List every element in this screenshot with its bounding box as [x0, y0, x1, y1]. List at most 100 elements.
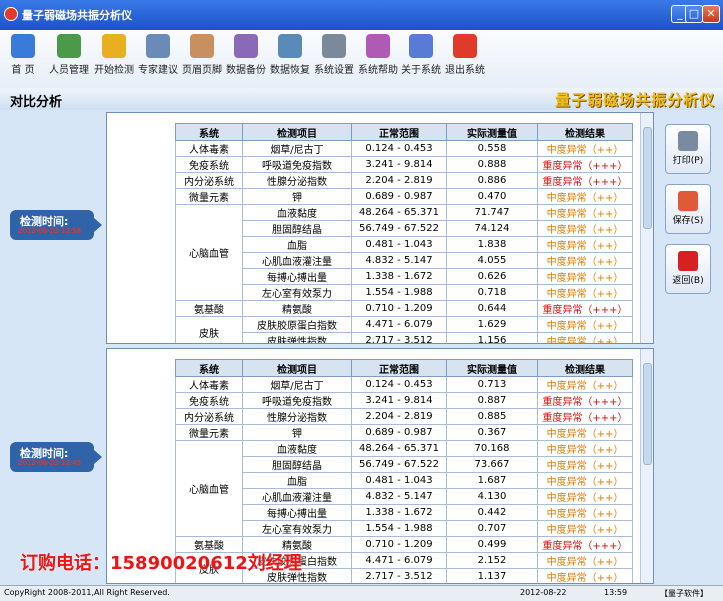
item-cell: 血液黏度 — [242, 204, 352, 221]
toolbar-advice[interactable]: 专家建议 — [136, 34, 180, 86]
result-cell: 中度异常（++） — [537, 456, 633, 473]
range-cell: 2.204 - 2.819 — [351, 172, 447, 189]
home-icon — [11, 34, 35, 58]
copyright-text: CopyRight 2008-2011,All Right Reserved. — [4, 588, 170, 597]
system-cell: 微量元素 — [175, 188, 243, 205]
status-bar: CopyRight 2008-2011,All Right Reserved. … — [0, 585, 723, 601]
item-cell: 每搏心搏出量 — [242, 504, 352, 521]
range-cell: 4.832 - 5.147 — [351, 488, 447, 505]
result-table-1: 系统 检测项目 正常范围 实际测量值 检测结果 人体毒素 烟草/尼古丁 0.124 - 0.4… — [175, 123, 633, 343]
item-cell: 皮肤胶原蛋白指数 — [242, 316, 352, 333]
print-button[interactable]: 打印(P) — [665, 124, 711, 174]
range-cell: 1.554 - 1.988 — [351, 284, 447, 301]
system-cell: 人体毒素 — [175, 376, 243, 393]
toolbar-label: 数据恢复 — [270, 65, 310, 76]
table-row: 左心室有效泵力 1.554 - 1.988 0.718 中度异常（++） — [176, 284, 633, 301]
item-cell: 胆固醇结晶 — [242, 456, 352, 473]
result-cell: 中度异常（++） — [537, 220, 633, 237]
settings-icon — [322, 34, 346, 58]
value-cell: 1.156 — [446, 332, 538, 343]
system-cell: 心脑血管 — [175, 204, 243, 301]
table-row: 血脂 0.481 - 1.043 1.687 中度异常（++） — [176, 472, 633, 489]
result-cell: 中度异常（++） — [537, 236, 633, 253]
scrollbar-thumb[interactable] — [643, 127, 652, 229]
table-row: 人体毒素 烟草/尼古丁 0.124 - 0.453 0.713 中度异常（++） — [175, 376, 633, 393]
range-cell: 2.204 - 2.819 — [351, 408, 447, 425]
value-cell: 0.885 — [446, 408, 538, 425]
status-date: 2012-08-22 — [520, 588, 567, 597]
toolbar-about[interactable]: 关于系统 — [399, 34, 443, 86]
range-cell: 0.689 - 0.987 — [351, 424, 447, 441]
advice-icon — [146, 34, 170, 58]
item-cell: 血液黏度 — [242, 440, 352, 457]
toolbar-backup[interactable]: 数据备份 — [224, 34, 268, 86]
help-icon — [366, 34, 390, 58]
backup-icon — [234, 34, 258, 58]
range-cell: 3.241 - 9.814 — [351, 156, 447, 173]
left-panel: 检测时间: 2012-08-22 13:58 检测时间: 2012-08-22 … — [0, 110, 106, 585]
value-cell: 4.055 — [446, 252, 538, 269]
toolbar-settings[interactable]: 系统设置 — [312, 34, 356, 86]
toolbar-users[interactable]: 人员管理 — [47, 34, 91, 86]
range-cell: 1.554 - 1.988 — [351, 520, 447, 537]
range-cell: 0.481 - 1.043 — [351, 236, 447, 253]
toolbar-label: 系统设置 — [314, 65, 354, 76]
table-row: 免疫系统 呼吸道免疫指数 3.241 - 9.814 0.887 重度异常（+++） — [175, 392, 633, 409]
column-header: 检测项目 — [242, 359, 352, 377]
result-cell: 中度异常（++） — [537, 140, 633, 157]
column-header: 检测结果 — [537, 123, 633, 141]
toolbar-restore[interactable]: 数据恢复 — [268, 34, 312, 86]
value-cell: 0.644 — [446, 300, 538, 317]
value-cell: 1.629 — [446, 316, 538, 333]
scrollbar[interactable] — [640, 349, 653, 583]
range-cell: 56.749 - 67.522 — [351, 220, 447, 237]
users-icon — [57, 34, 81, 58]
range-cell: 3.241 - 9.814 — [351, 392, 447, 409]
result-cell: 重度异常（+++） — [537, 172, 633, 189]
test-time-badge-1: 检测时间: 2012-08-22 13:58 — [10, 210, 102, 240]
item-cell: 皮肤弹性指数 — [242, 332, 352, 343]
main-toolbar: 首 页 人员管理 开始检测 专家建议 页眉页脚 数据备份 数据恢复 系统设置 系… — [0, 30, 723, 89]
item-cell: 呼吸道免疫指数 — [242, 156, 352, 173]
column-header: 实际测量值 — [446, 123, 538, 141]
toolbar-exit[interactable]: 退出系统 — [443, 34, 487, 86]
item-cell: 钾 — [242, 188, 352, 205]
maximize-button[interactable]: □ — [685, 5, 703, 23]
item-cell: 烟草/尼古丁 — [242, 140, 352, 157]
result-cell: 中度异常（++） — [537, 424, 633, 441]
table-row: 氨基酸 精氨酸 0.710 - 1.209 0.644 重度异常（+++） — [175, 300, 633, 317]
back-icon — [678, 251, 698, 271]
back-button[interactable]: 返回(B) — [665, 244, 711, 294]
status-company: 【量子软件】 — [660, 589, 708, 598]
system-cell: 心脑血管 — [175, 440, 243, 537]
app-icon — [4, 7, 18, 21]
table-row: 免疫系统 呼吸道免疫指数 3.241 - 9.814 0.888 重度异常（+++） — [175, 156, 633, 173]
value-cell: 0.470 — [446, 188, 538, 205]
result-cell: 中度异常（++） — [537, 440, 633, 457]
value-cell: 0.888 — [446, 156, 538, 173]
test-time-badge-2: 检测时间: 2012-08-22 13:45 — [10, 442, 102, 472]
result-cell: 中度异常（++） — [537, 268, 633, 285]
value-cell: 0.626 — [446, 268, 538, 285]
range-cell: 1.338 - 1.672 — [351, 268, 447, 285]
scrollbar[interactable] — [640, 113, 653, 343]
page-header: 对比分析 量子弱磁场共振分析仪 — [0, 88, 723, 110]
scrollbar-thumb[interactable] — [643, 363, 652, 465]
brand-logo-text: 量子弱磁场共振分析仪 — [554, 91, 715, 109]
close-button[interactable]: ✕ — [702, 5, 720, 23]
range-cell: 0.710 - 1.209 — [351, 536, 447, 553]
toolbar-start-test[interactable]: 开始检测 — [92, 34, 136, 86]
save-button[interactable]: 保存(S) — [665, 184, 711, 234]
hand-icon — [102, 34, 126, 58]
value-cell: 0.499 — [446, 536, 538, 553]
column-header: 检测结果 — [537, 359, 633, 377]
item-cell: 性腺分泌指数 — [242, 408, 352, 425]
toolbar-home[interactable]: 首 页 — [6, 34, 40, 86]
column-header: 正常范围 — [351, 123, 447, 141]
toolbar-header-footer[interactable]: 页眉页脚 — [180, 34, 224, 86]
about-icon — [409, 34, 433, 58]
result-cell: 中度异常（++） — [537, 472, 633, 489]
toolbar-label: 专家建议 — [138, 65, 178, 76]
toolbar-help[interactable]: 系统帮助 — [356, 34, 400, 86]
toolbar-label: 数据备份 — [226, 65, 266, 76]
